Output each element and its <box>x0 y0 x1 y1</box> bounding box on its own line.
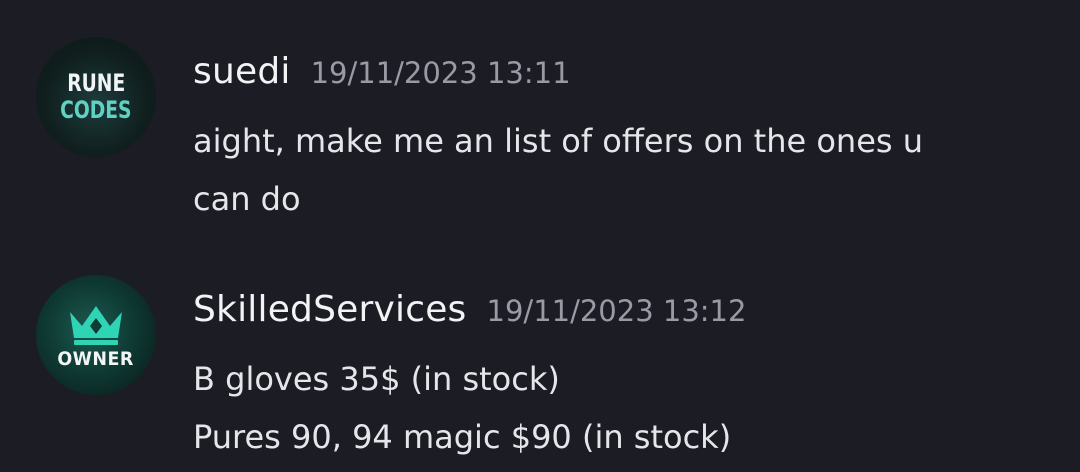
message-content: aight, make me an list of offers on the … <box>193 112 1033 228</box>
avatar-badge-label: OWNER <box>57 348 135 370</box>
username[interactable]: SkilledServices <box>193 289 467 330</box>
message-content: B gloves 35$ (in stock) Pures 90, 94 mag… <box>193 350 1033 466</box>
avatar-logo-text: RUNE <box>66 69 126 97</box>
message-text-line: B gloves 35$ (in stock) <box>193 360 560 398</box>
message-text-line: aight, make me an list of offers on the … <box>193 122 923 160</box>
crown-icon <box>70 306 122 345</box>
message-header: suedi 19/11/2023 13:11 <box>193 51 571 92</box>
message-text-line: Pures 90, 94 magic $90 (in stock) <box>193 418 732 456</box>
message-text-line: can do <box>193 180 301 218</box>
timestamp: 19/11/2023 13:11 <box>310 56 571 90</box>
chat-message-list: RUNE CODES suedi 19/11/2023 13:11 aight, … <box>0 0 1080 472</box>
avatar[interactable]: OWNER <box>36 275 156 395</box>
avatar[interactable]: RUNE CODES <box>36 37 156 157</box>
message-header: SkilledServices 19/11/2023 13:12 <box>193 289 746 330</box>
username[interactable]: suedi <box>193 51 291 92</box>
timestamp: 19/11/2023 13:12 <box>486 294 747 328</box>
avatar-logo-text: CODES <box>60 96 132 124</box>
